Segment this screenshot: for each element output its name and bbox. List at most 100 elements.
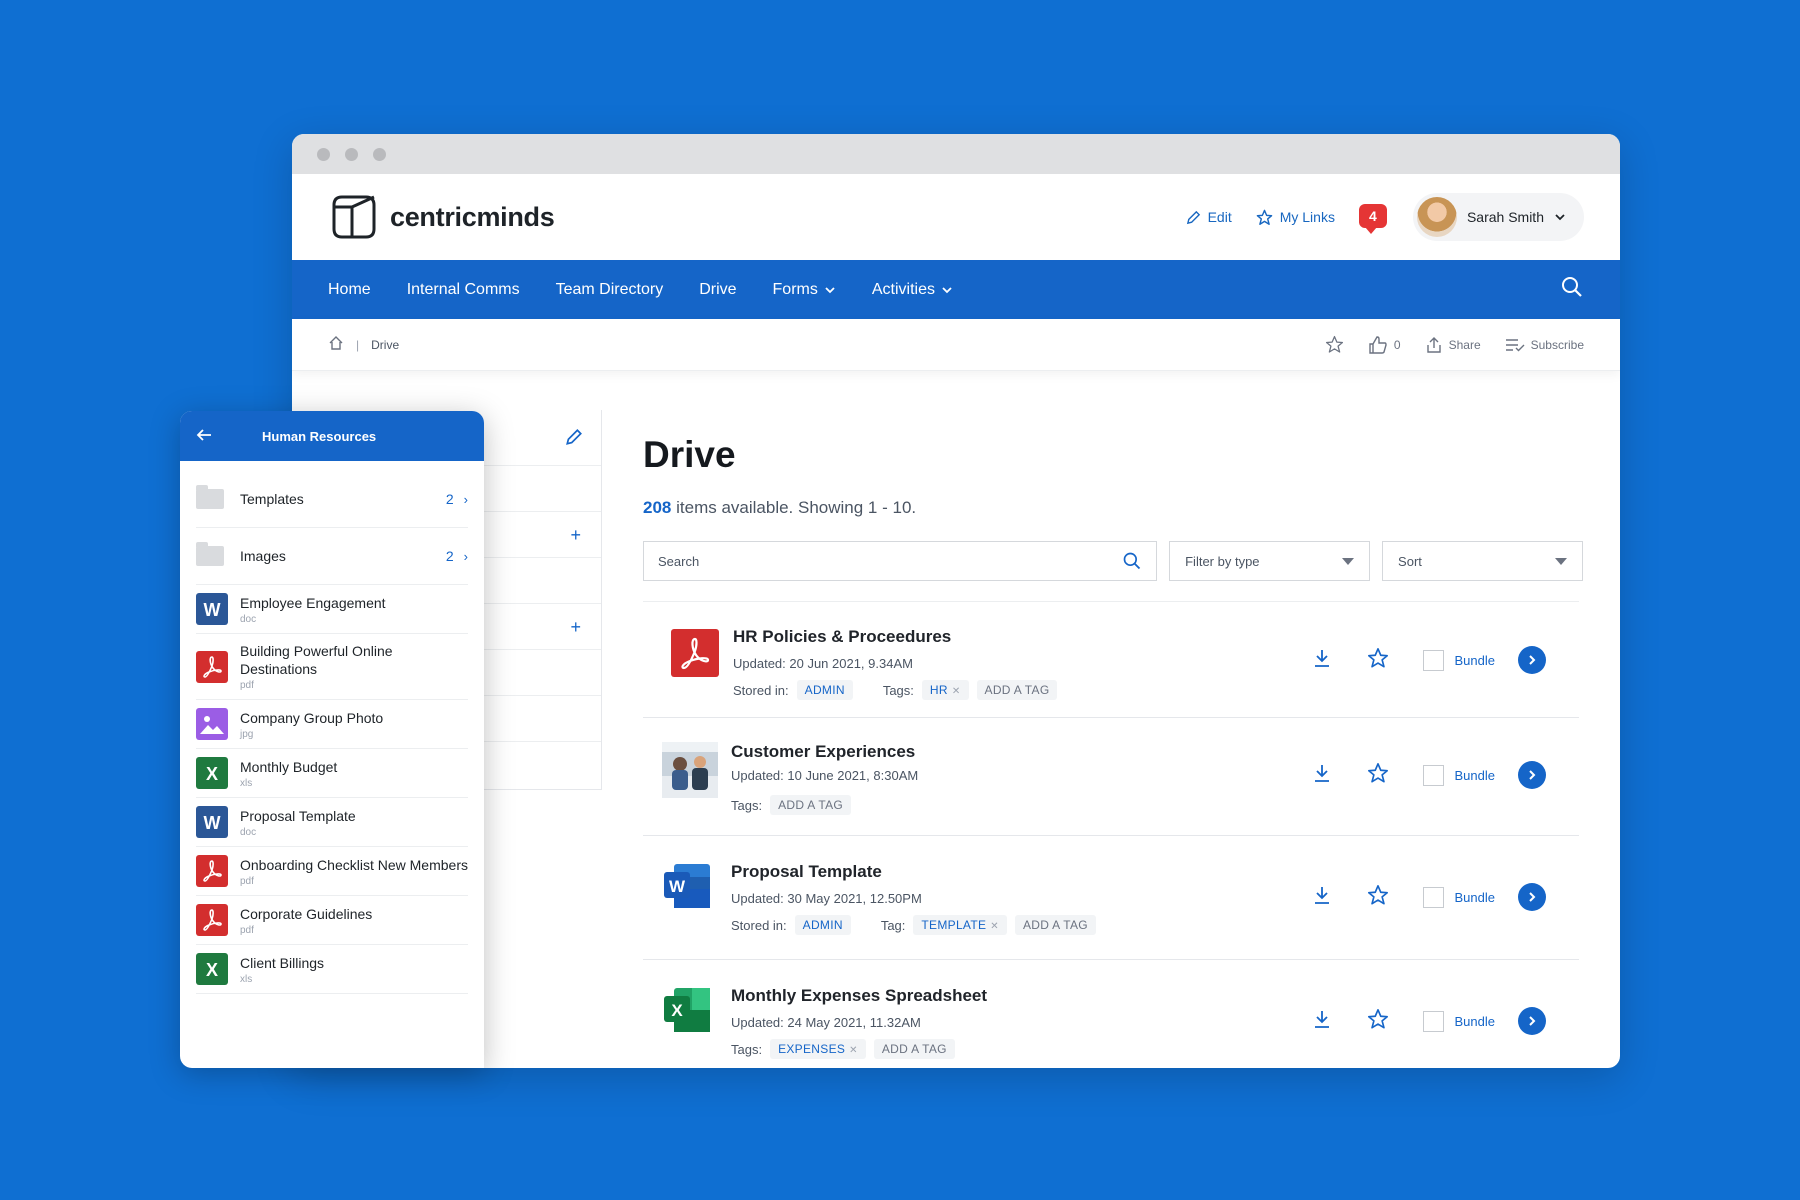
- share-button[interactable]: Share: [1425, 336, 1481, 354]
- nav-drive[interactable]: Drive: [699, 281, 736, 299]
- add-tag-button[interactable]: ADD A TAG: [873, 1039, 955, 1059]
- subscribe-label: Subscribe: [1530, 337, 1584, 352]
- edit-panel-button[interactable]: [565, 428, 583, 451]
- file-row[interactable]: W Proposal Template Updated: 30 May 2021…: [643, 836, 1579, 960]
- file-meta: Stored in: ADMIN Tags: HR ✕ ADD A TAG: [733, 680, 1058, 700]
- nav-team-directory[interactable]: Team Directory: [556, 281, 664, 299]
- like-button[interactable]: 0: [1368, 335, 1401, 355]
- items-count-number: 208: [643, 498, 672, 517]
- file-row[interactable]: X Monthly Expenses Spreadsheet Updated: …: [643, 960, 1579, 1068]
- tag-chip[interactable]: HR ✕: [921, 680, 969, 700]
- star-icon: [1256, 209, 1273, 225]
- notification-badge: 4: [1358, 204, 1387, 234]
- remove-tag-icon[interactable]: ✕: [849, 1045, 858, 1056]
- nav-forms[interactable]: Forms: [773, 281, 836, 299]
- open-file-button[interactable]: [1518, 761, 1546, 789]
- search-input[interactable]: Search: [643, 541, 1158, 581]
- bundle-checkbox[interactable]: [1422, 649, 1444, 671]
- tag-text: TEMPLATE: [921, 918, 987, 932]
- add-button[interactable]: +: [570, 617, 581, 638]
- tag-chip[interactable]: EXPENSES ✕: [770, 1039, 866, 1059]
- my-links-button[interactable]: My Links: [1256, 209, 1335, 226]
- add-tag-button[interactable]: ADD A TAG: [1014, 915, 1096, 935]
- brand-logo[interactable]: centricminds: [328, 193, 555, 241]
- open-file-button[interactable]: [1518, 1007, 1546, 1035]
- bundle-label[interactable]: Bundle: [1455, 890, 1495, 905]
- notifications-button[interactable]: 4: [1358, 202, 1389, 234]
- file-meta: Tags: EXPENSES ✕ ADD A TAG: [731, 1039, 987, 1059]
- bundle-label[interactable]: Bundle: [1455, 653, 1495, 668]
- folder-item[interactable]: Templates 2 ›: [196, 471, 468, 528]
- home-breadcrumb[interactable]: [328, 335, 344, 354]
- file-title[interactable]: Monthly Expenses Spreadsheet: [731, 986, 987, 1006]
- nav-home[interactable]: Home: [328, 281, 371, 299]
- nav-internal-comms[interactable]: Internal Comms: [407, 281, 520, 299]
- file-item[interactable]: X Client Billings xls: [196, 945, 468, 994]
- bundle-label[interactable]: Bundle: [1455, 768, 1495, 783]
- download-icon[interactable]: [1313, 1009, 1331, 1034]
- tags-label: Tags:: [731, 1041, 763, 1057]
- bundle-checkbox[interactable]: [1422, 764, 1444, 786]
- remove-tag-icon[interactable]: ✕: [952, 686, 961, 697]
- folder-count: 2: [445, 548, 454, 564]
- subscribe-button[interactable]: Subscribe: [1505, 337, 1584, 353]
- download-icon[interactable]: [1313, 885, 1331, 910]
- file-row[interactable]: Customer Experiences Updated: 10 June 20…: [643, 718, 1579, 836]
- file-item[interactable]: Corporate Guidelines pdf: [196, 896, 468, 945]
- chevron-right-icon: [1529, 655, 1536, 665]
- folder-icon: [196, 483, 228, 515]
- file-item[interactable]: X Monthly Budget xls: [196, 749, 468, 798]
- back-arrow-icon[interactable]: [196, 428, 212, 445]
- add-tag-button[interactable]: ADD A TAG: [976, 680, 1058, 700]
- share-icon: [1426, 336, 1441, 353]
- star-icon[interactable]: [1367, 762, 1389, 789]
- user-menu[interactable]: Sarah Smith: [1412, 193, 1584, 241]
- like-count: 0: [1393, 337, 1401, 352]
- file-item[interactable]: Onboarding Checklist New Members pdf: [196, 847, 468, 896]
- sort-select[interactable]: Sort: [1382, 541, 1583, 581]
- file-item[interactable]: W Proposal Template doc: [196, 798, 468, 847]
- star-icon[interactable]: [1367, 1008, 1389, 1035]
- file-item[interactable]: Building Powerful Online Destinations pdf: [196, 634, 468, 700]
- add-button[interactable]: +: [570, 525, 581, 546]
- download-icon[interactable]: [1313, 763, 1331, 788]
- star-icon[interactable]: [1367, 884, 1389, 911]
- file-item[interactable]: W Employee Engagement doc: [196, 585, 468, 634]
- file-row[interactable]: HR Policies & Proceedures Updated: 20 Ju…: [643, 602, 1579, 718]
- search-icon[interactable]: [1122, 551, 1142, 571]
- home-icon: [329, 336, 343, 350]
- window-dot-minimize[interactable]: [345, 147, 358, 161]
- file-title[interactable]: HR Policies & Proceedures: [733, 627, 1057, 647]
- bundle-checkbox[interactable]: [1422, 1010, 1444, 1032]
- folder-item[interactable]: Images 2 ›: [196, 528, 468, 585]
- file-title[interactable]: Proposal Template: [731, 862, 1096, 882]
- remove-tag-icon[interactable]: ✕: [990, 921, 999, 932]
- nav-activities[interactable]: Activities: [872, 281, 953, 299]
- file-name: Monthly Budget: [240, 758, 338, 775]
- edit-button[interactable]: Edit: [1186, 209, 1232, 225]
- image-icon: [196, 708, 228, 740]
- pencil-icon: [1186, 210, 1200, 224]
- tags-label: Tag:: [880, 917, 906, 933]
- bundle-checkbox[interactable]: [1422, 886, 1444, 908]
- window-dot-maximize[interactable]: [373, 147, 386, 161]
- download-icon[interactable]: [1313, 648, 1331, 673]
- favorite-button[interactable]: [1325, 335, 1344, 354]
- stored-location-tag[interactable]: ADMIN: [794, 915, 851, 935]
- file-name: Building Powerful Online Destinations: [240, 643, 393, 677]
- window-dot-close[interactable]: [317, 147, 330, 161]
- tag-chip[interactable]: TEMPLATE ✕: [913, 915, 1007, 935]
- open-file-button[interactable]: [1518, 883, 1546, 911]
- file-name: Employee Engagement: [240, 594, 386, 611]
- file-item[interactable]: Company Group Photo jpg: [196, 700, 468, 749]
- nav-search-button[interactable]: [1560, 275, 1584, 304]
- open-file-button[interactable]: [1518, 646, 1546, 674]
- filter-type-select[interactable]: Filter by type: [1169, 541, 1371, 581]
- add-tag-button[interactable]: ADD A TAG: [770, 795, 852, 815]
- page-title: Drive: [643, 434, 736, 475]
- file-title[interactable]: Customer Experiences: [731, 742, 918, 762]
- file-updated: Updated: 10 June 2021, 8:30AM: [731, 768, 919, 783]
- stored-location-tag[interactable]: ADMIN: [796, 680, 853, 700]
- star-icon[interactable]: [1367, 647, 1389, 674]
- bundle-label[interactable]: Bundle: [1455, 1014, 1495, 1029]
